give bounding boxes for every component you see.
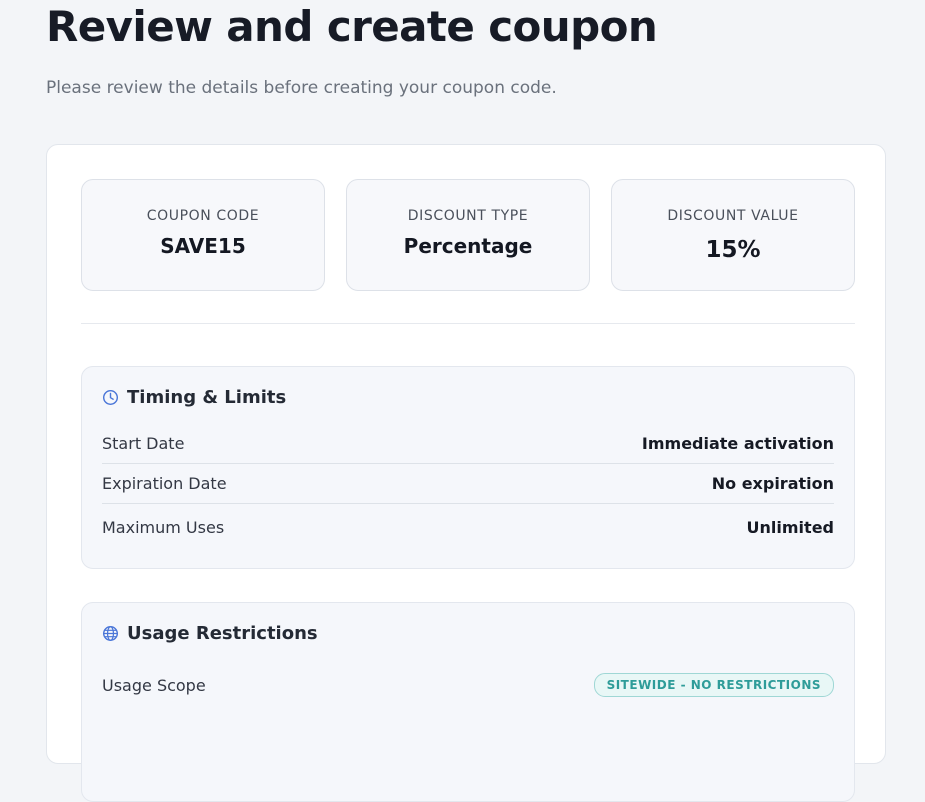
usage-scope-row: Usage Scope SITEWIDE - NO RESTRICTIONS [102,665,834,705]
usage-scope-label: Usage Scope [102,675,206,695]
usage-restrictions-title: Usage Restrictions [127,623,318,644]
usage-scope-badge: SITEWIDE - NO RESTRICTIONS [593,673,834,697]
discount-type-summary: DISCOUNT TYPE Percentage [346,179,590,291]
timing-limits-title: Timing & Limits [127,387,287,408]
start-date-row: Start Date Immediate activation [102,423,834,464]
review-card: COUPON CODE SAVE15 DISCOUNT TYPE Percent… [46,144,886,802]
discount-value-label: DISCOUNT VALUE [667,208,799,224]
globe-icon [102,625,119,642]
discount-value-value: 15% [705,237,761,263]
discount-type-label: DISCOUNT TYPE [407,208,529,224]
timing-limits-section: Timing & Limits Start Date Immediate act… [81,366,855,569]
page-subtitle: Please review the details before creatin… [46,78,557,98]
clock-icon [102,389,119,406]
usage-restrictions-section: Usage Restrictions Usage Scope SITEWIDE … [81,602,855,802]
coupon-code-label: COUPON CODE [146,208,260,224]
maximum-uses-row: Maximum Uses Unlimited [102,507,834,547]
maximum-uses-value: Unlimited [746,517,834,537]
expiration-date-row: Expiration Date No expiration [102,463,834,504]
usage-restrictions-header: Usage Restrictions [102,623,318,644]
section-divider [81,323,855,324]
expiration-date-label: Expiration Date [102,473,227,493]
start-date-label: Start Date [102,433,185,453]
discount-value-summary: DISCOUNT VALUE 15% [611,179,855,291]
start-date-value: Immediate activation [641,433,834,453]
coupon-code-value: SAVE15 [160,234,246,258]
expiration-date-value: No expiration [711,473,834,493]
coupon-code-summary: COUPON CODE SAVE15 [81,179,325,291]
page-title: Review and create coupon [46,2,658,51]
discount-type-value: Percentage [403,234,533,258]
timing-limits-header: Timing & Limits [102,387,286,408]
maximum-uses-label: Maximum Uses [102,517,225,537]
